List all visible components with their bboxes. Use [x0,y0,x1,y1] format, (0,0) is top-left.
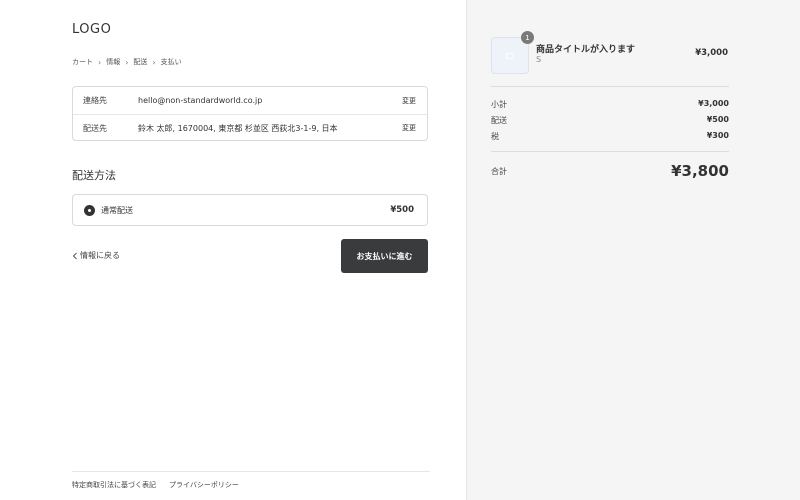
main-panel: LOGO カート › 情報 › 配送 › 支払い 連絡先 hello@non-s… [0,0,466,500]
breadcrumb-separator-icon: › [125,57,129,67]
back-link-label: 情報に戻る [80,251,120,260]
total-value: ¥3,800 [671,162,729,180]
breadcrumb-shipping: 配送 [133,58,148,66]
quantity-badge: 1 [521,31,534,44]
image-placeholder-icon [506,52,514,59]
footer-links: 特定商取引法に基づく表記 プライバシーポリシー [72,471,430,490]
contact-row: 連絡先 hello@non-standardworld.co.jp 変更 [73,87,427,114]
legal-notice-link[interactable]: 特定商取引法に基づく表記 [72,480,156,490]
order-summary-panel [466,0,800,500]
summary-divider [491,86,729,87]
product-price: ¥3,000 [695,48,728,58]
ship-to-address: 鈴木 太郎, 1670004, 東京都 杉並区 西荻北3-1-9, 日本 [138,123,338,133]
shipping-method-heading: 配送方法 [72,169,116,182]
store-logo[interactable]: LOGO [72,22,111,37]
tax-label: 税 [491,132,499,141]
shipping-option-name: 通常配送 [101,205,133,215]
contact-email: hello@non-standardworld.co.jp [138,96,263,105]
change-address-link[interactable]: 変更 [402,123,416,133]
subtotal-row: 小計 ¥3,000 [491,99,729,110]
tax-value: ¥300 [706,131,729,140]
breadcrumb-cart[interactable]: カート [72,57,93,67]
product-title: 商品タイトルが入ります [536,45,636,55]
breadcrumb-separator-icon: › [152,57,156,67]
radio-selected-icon[interactable] [84,204,95,216]
tax-row: 税 ¥300 [491,131,729,142]
privacy-policy-link[interactable]: プライバシーポリシー [169,480,239,490]
subtotal-label: 小計 [491,100,507,109]
product-variant: S [536,55,542,64]
breadcrumb-separator-icon: › [98,57,102,67]
subtotal-value: ¥3,000 [698,99,729,108]
ship-to-label: 配送先 [83,123,107,133]
summary-divider [491,151,729,152]
back-to-information-link[interactable]: 情報に戻る [72,250,120,261]
contact-label: 連絡先 [83,96,107,105]
shipping-value: ¥500 [706,115,729,124]
total-label: 合計 [491,166,507,176]
breadcrumb-payment: 支払い [160,58,182,66]
continue-to-payment-button[interactable]: お支払いに進む [341,239,428,273]
shipping-label: 配送 [491,116,507,125]
shipping-option[interactable]: 通常配送 ¥500 [72,194,428,226]
shipping-option-price: ¥500 [390,205,414,215]
shipping-row: 配送 ¥500 [491,115,729,126]
contact-review-box: 連絡先 hello@non-standardworld.co.jp 変更 配送先… [72,86,428,141]
ship-to-row: 配送先 鈴木 太郎, 1670004, 東京都 杉並区 西荻北3-1-9, 日本… [73,114,427,141]
change-contact-link[interactable]: 変更 [402,96,416,106]
total-row: 合計 ¥3,800 [491,162,729,180]
chevron-left-icon [72,252,77,259]
breadcrumb-information[interactable]: 情報 [106,57,120,67]
breadcrumb: カート › 情報 › 配送 › 支払い [72,57,182,67]
